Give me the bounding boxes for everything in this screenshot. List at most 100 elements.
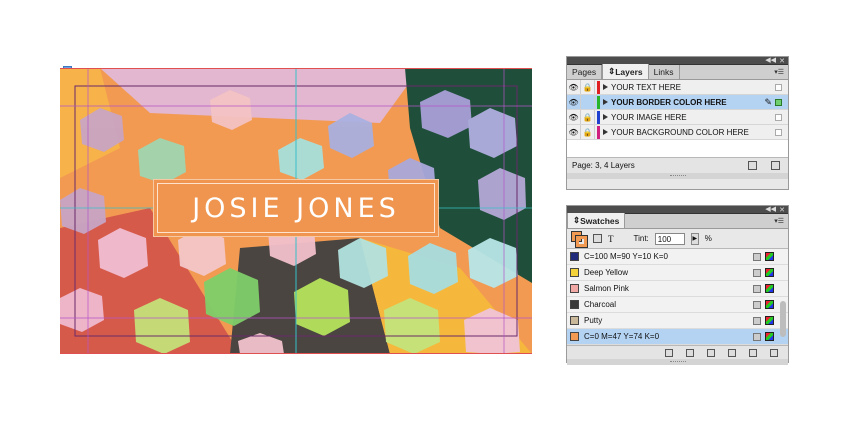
swatch-name: C=100 M=90 Y=10 K=0: [584, 252, 668, 261]
swatch-list: C=100 M=90 Y=10 K=0 Deep Yellow Salmon P…: [567, 249, 788, 345]
trash-icon[interactable]: [771, 161, 780, 170]
swatch-chip: [570, 252, 579, 261]
swatch-row[interactable]: Putty: [567, 313, 788, 329]
layer-select-box[interactable]: [775, 83, 782, 91]
layers-status-text: Page: 3, 4 Layers: [572, 161, 635, 170]
new-layer-icon[interactable]: [748, 161, 757, 170]
card-name-text[interactable]: JOSIE JONES: [192, 193, 400, 224]
tab-layers[interactable]: ⇕ Layers: [602, 64, 649, 79]
cmyk-icon: [765, 252, 774, 261]
swatch-name: C=0 M=47 Y=74 K=0: [584, 332, 660, 341]
collapse-icon[interactable]: ◀◀: [765, 56, 776, 64]
lock-toggle-empty[interactable]: [581, 95, 595, 109]
layer-select-box[interactable]: [775, 98, 782, 106]
swatch-row[interactable]: C=100 M=90 Y=10 K=0: [567, 249, 788, 265]
layer-color-bar: [597, 95, 600, 109]
close-icon[interactable]: ✕: [779, 57, 785, 65]
process-icon: [753, 268, 761, 277]
layer-row-text[interactable]: 👁 🔒 YOUR TEXT HERE: [567, 80, 788, 95]
tint-slider-button[interactable]: ▶: [690, 232, 699, 245]
layer-name[interactable]: YOUR BACKGROUND COLOR HERE: [611, 128, 775, 137]
show-all-swatches-icon[interactable]: [665, 348, 673, 357]
swatch-row[interactable]: Deep Yellow: [567, 265, 788, 281]
eye-icon[interactable]: 👁: [567, 80, 581, 94]
fill-stroke-icon[interactable]: [571, 230, 588, 248]
updown-icon: ⇕: [573, 215, 581, 225]
process-icon: [753, 300, 761, 309]
eye-icon[interactable]: 👁: [567, 95, 581, 109]
layer-name[interactable]: YOUR IMAGE HERE: [611, 113, 775, 122]
tint-unit: %: [704, 234, 712, 243]
layer-select-box[interactable]: [775, 113, 782, 121]
new-swatch-icon[interactable]: [749, 348, 757, 357]
swatches-panel: ◀◀ ✕ ⇕ Swatches ▾☰ T Tint: 100 ▶ % C=100 …: [566, 205, 789, 365]
show-color-swatches-icon[interactable]: [686, 348, 694, 357]
tab-pages[interactable]: Pages: [567, 65, 603, 79]
tab-layers-label: Layers: [615, 66, 643, 77]
show-gradient-swatches-icon[interactable]: [707, 348, 715, 357]
swatches-toolbar: T Tint: 100 ▶ %: [567, 229, 788, 249]
eye-icon[interactable]: 👁: [567, 110, 581, 124]
swatches-panel-footer: [567, 345, 788, 359]
new-color-group-icon[interactable]: [728, 348, 736, 357]
layers-panel-tabs: Pages ⇕ Layers Links ▾☰: [567, 64, 788, 80]
layer-list: 👁 🔒 YOUR TEXT HERE 👁 YOUR BORDER COLOR H…: [567, 80, 788, 157]
name-text-frame[interactable]: JOSIE JONES: [153, 179, 439, 237]
document-canvas[interactable]: JOSIE JONES: [60, 68, 532, 354]
cmyk-icon: [765, 300, 774, 309]
updown-icon: ⇕: [608, 66, 616, 76]
tab-swatches-label: Swatches: [580, 215, 620, 226]
swatch-chip: [570, 316, 579, 325]
container-format-icon[interactable]: [593, 234, 602, 243]
lock-icon[interactable]: 🔒: [581, 110, 595, 124]
lock-icon[interactable]: 🔒: [581, 80, 595, 94]
expand-triangle-icon[interactable]: [603, 84, 608, 90]
swatch-chip: [570, 268, 579, 277]
swatch-chip: [570, 284, 579, 293]
lock-icon[interactable]: 🔒: [581, 125, 595, 139]
eye-icon[interactable]: 👁: [567, 125, 581, 139]
layer-row-image[interactable]: 👁 🔒 YOUR IMAGE HERE: [567, 110, 788, 125]
panel-menu-icon[interactable]: ▾☰: [774, 217, 784, 225]
swatch-row[interactable]: Charcoal: [567, 297, 788, 313]
tab-links[interactable]: Links: [649, 65, 680, 79]
close-icon[interactable]: ✕: [779, 206, 785, 214]
expand-triangle-icon[interactable]: [603, 129, 608, 135]
layer-name[interactable]: YOUR TEXT HERE: [611, 83, 775, 92]
cmyk-icon: [765, 316, 774, 325]
layer-select-box[interactable]: [775, 128, 782, 136]
trash-icon[interactable]: [770, 348, 778, 357]
tint-label: Tint:: [633, 234, 649, 243]
layer-color-bar: [597, 80, 600, 94]
cmyk-icon: [765, 284, 774, 293]
swatch-row[interactable]: C=0 M=47 Y=74 K=0: [567, 329, 788, 345]
tab-swatches[interactable]: ⇕ Swatches: [567, 213, 626, 228]
layers-panel-footer: Page: 3, 4 Layers: [567, 157, 788, 173]
layers-panel-titlebar[interactable]: ◀◀ ✕: [567, 57, 788, 65]
layers-panel: ◀◀ ✕ Pages ⇕ Layers Links ▾☰ 👁 🔒 YOUR TEX…: [566, 56, 789, 190]
layer-color-bar: [597, 110, 600, 124]
cmyk-icon: [765, 268, 774, 277]
scrollbar-thumb[interactable]: [780, 301, 786, 337]
process-icon: [753, 284, 761, 293]
pen-icon: ✎: [764, 96, 772, 107]
layer-name[interactable]: YOUR BORDER COLOR HERE: [611, 98, 764, 107]
process-icon: [753, 332, 761, 341]
swatches-panel-tabs: ⇕ Swatches ▾☰: [567, 213, 788, 229]
layer-row-background[interactable]: 👁 🔒 YOUR BACKGROUND COLOR HERE: [567, 125, 788, 140]
swatch-name: Charcoal: [584, 300, 617, 309]
layer-color-bar: [597, 125, 600, 139]
expand-triangle-icon[interactable]: [603, 114, 608, 120]
swatch-row[interactable]: Salmon Pink: [567, 281, 788, 297]
text-format-icon[interactable]: T: [608, 234, 614, 244]
resize-grip-icon[interactable]: [567, 359, 788, 365]
process-icon: [753, 316, 761, 325]
layer-row-border[interactable]: 👁 YOUR BORDER COLOR HERE ✎: [567, 95, 788, 110]
tint-input[interactable]: 100: [654, 232, 685, 245]
resize-grip-icon[interactable]: [567, 173, 788, 179]
cmyk-icon: [765, 332, 774, 341]
collapse-icon[interactable]: ◀◀: [765, 205, 776, 213]
expand-triangle-icon[interactable]: [603, 99, 608, 105]
swatch-name: Salmon Pink: [584, 284, 629, 293]
panel-menu-icon[interactable]: ▾☰: [774, 68, 784, 76]
